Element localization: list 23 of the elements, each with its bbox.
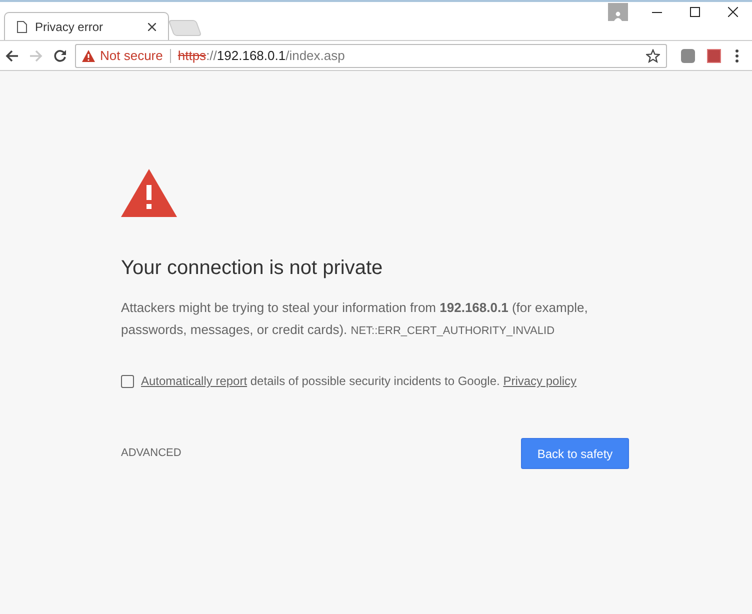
error-code: NET::ERR_CERT_AUTHORITY_INVALID — [350, 325, 555, 337]
extension-icon[interactable] — [681, 48, 695, 62]
close-icon[interactable] — [148, 22, 156, 30]
report-checkbox[interactable] — [121, 374, 134, 388]
advanced-button[interactable]: ADVANCED — [121, 445, 182, 462]
privacy-policy-link[interactable]: Privacy policy — [503, 374, 577, 388]
error-message: Attackers might be trying to steal your information from 192.168.0.1 (for example, passwords, messages, or credit cards). NET::ERR_CERT_AUTHORITY_INVALID — [121, 299, 589, 339]
tab-title: Privacy error — [35, 18, 104, 36]
reload-icon[interactable] — [53, 48, 67, 62]
menu-icon[interactable] — [735, 48, 739, 62]
url-text[interactable]: https://192.168.0.1/index.asp — [178, 46, 345, 66]
security-label[interactable]: Not secure — [100, 46, 163, 66]
warning-icon — [121, 169, 177, 217]
report-link[interactable]: Automatically report — [141, 374, 248, 388]
address-bar[interactable]: Not secure https://192.168.0.1/index.asp — [75, 44, 667, 68]
report-sentence: Automatically report details of possible security incidents to Google. Privacy policy — [141, 373, 577, 390]
error-heading: Your connection is not private — [121, 256, 384, 281]
back-to-safety-button[interactable]: Back to safety — [521, 438, 629, 469]
star-icon[interactable] — [646, 48, 660, 62]
back-icon[interactable] — [5, 48, 19, 62]
browser-tab[interactable]: Privacy error — [4, 12, 169, 40]
warning-icon — [82, 50, 95, 62]
page-icon — [17, 20, 27, 32]
